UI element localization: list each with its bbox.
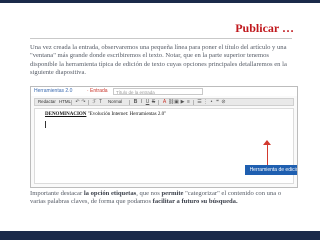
text-cursor — [45, 121, 46, 128]
bottom-bar — [0, 231, 320, 240]
clear-format-icon[interactable]: ⊘ — [221, 100, 226, 105]
italic-icon[interactable]: I — [139, 100, 144, 105]
tags-text-f: facilitar a futuro su búsqueda. — [152, 198, 238, 206]
post-label: · Entrada — [87, 88, 108, 94]
tags-text-d: permite — [161, 190, 184, 197]
quote-icon[interactable]: ❝ — [215, 100, 220, 105]
slide-title: Publicar … — [235, 21, 294, 35]
toolbar-separator — [193, 100, 194, 105]
toolbar-separator — [88, 100, 89, 105]
top-rule — [0, 0, 320, 3]
toolbar-separator — [158, 100, 159, 105]
video-icon[interactable]: ▶ — [180, 100, 185, 105]
strikethrough-icon[interactable]: S — [151, 100, 156, 105]
bold-icon[interactable]: B — [133, 100, 138, 105]
callout-label: Herramienta de edición de texto — [245, 165, 297, 175]
tags-text-a: Importante destacar — [30, 190, 84, 197]
underline-icon[interactable]: U — [145, 100, 150, 105]
editor-toolbar: Redactar HTML ↶ ↷ ℱ T Normal B I U S A ⛓… — [34, 98, 294, 106]
tags-text-c: , que nos — [136, 190, 162, 197]
editor-header: Herramientas 2.0 · Entrada Título de la … — [31, 87, 297, 96]
toolbar-separator — [129, 100, 130, 105]
tags-text-b: la opción etiquetas — [83, 190, 137, 197]
image-icon[interactable]: ▣ — [174, 100, 179, 105]
toolbar-separator — [71, 100, 72, 105]
jump-break-icon[interactable]: ≡ — [186, 100, 191, 105]
title-divider — [30, 38, 292, 39]
redo-icon[interactable]: ↷ — [81, 100, 86, 105]
bullet-list-icon[interactable]: • — [209, 100, 214, 105]
undo-icon[interactable]: ↶ — [75, 100, 80, 105]
intro-paragraph: Una vez creada la entrada, observaremos … — [30, 44, 287, 77]
editor-content: DENOMINACION "Evolución Internet: Herram… — [45, 112, 166, 117]
format-select[interactable]: Normal — [108, 99, 122, 105]
numbered-list-icon[interactable]: ⋮ — [203, 100, 208, 105]
slide: Publicar … Una vez creada la entrada, ob… — [0, 0, 320, 240]
blog-name[interactable]: Herramientas 2.0 — [34, 87, 72, 96]
link-icon[interactable]: ⛓ — [168, 100, 174, 105]
font-family-icon[interactable]: ℱ — [92, 100, 97, 105]
content-label: DENOMINACION — [45, 112, 87, 117]
align-icon[interactable]: ☰ — [197, 100, 202, 105]
content-value: "Evolución Internet: Herramientas 2.0" — [87, 112, 167, 117]
post-title-input[interactable]: Título de la entrada — [113, 88, 203, 95]
text-color-icon[interactable]: A — [162, 100, 167, 105]
compose-tab[interactable]: Redactar — [38, 99, 56, 105]
html-tab[interactable]: HTML — [59, 99, 71, 105]
blog-editor-screenshot: Herramientas 2.0 · Entrada Título de la … — [30, 86, 298, 188]
tags-paragraph: Importante destacar la opción etiquetas,… — [30, 190, 298, 207]
font-size-icon[interactable]: T — [98, 100, 103, 105]
